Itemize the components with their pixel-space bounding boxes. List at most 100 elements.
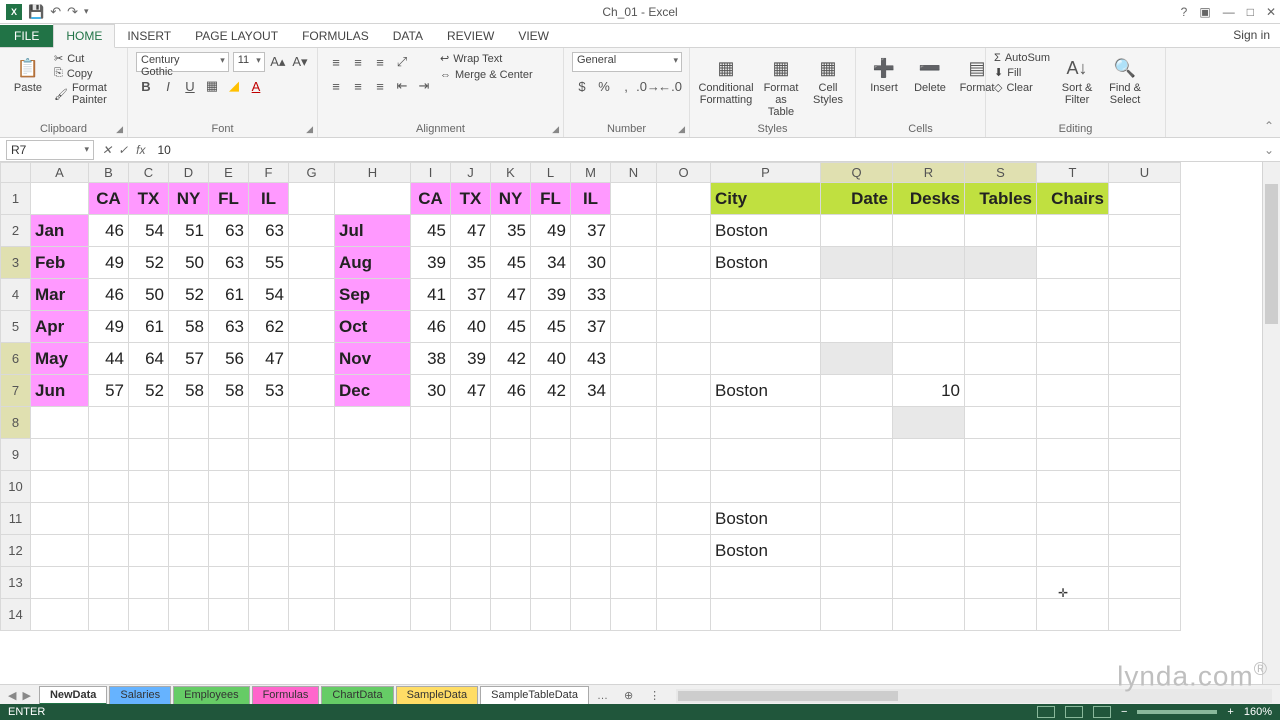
number-dialog-icon[interactable]: ◢ xyxy=(678,124,685,135)
cell-T11[interactable] xyxy=(1037,503,1109,535)
cell-J10[interactable] xyxy=(451,471,491,503)
new-sheet-icon[interactable]: ⊕ xyxy=(616,689,641,702)
cell-F3[interactable]: 55 xyxy=(249,247,289,279)
cell-B10[interactable] xyxy=(89,471,129,503)
cell-F2[interactable]: 63 xyxy=(249,215,289,247)
cell-M6[interactable]: 43 xyxy=(571,343,611,375)
cancel-formula-icon[interactable]: ✕ xyxy=(102,143,112,157)
cell-T13[interactable] xyxy=(1037,567,1109,599)
cell-B7[interactable]: 57 xyxy=(89,375,129,407)
cell-S7[interactable] xyxy=(965,375,1037,407)
cell-C9[interactable] xyxy=(129,439,169,471)
cell-F9[interactable] xyxy=(249,439,289,471)
cell-D4[interactable]: 52 xyxy=(169,279,209,311)
cell-A9[interactable] xyxy=(31,439,89,471)
cell-K13[interactable] xyxy=(491,567,531,599)
cell-O7[interactable] xyxy=(657,375,711,407)
cell-U11[interactable] xyxy=(1109,503,1181,535)
cell-U4[interactable] xyxy=(1109,279,1181,311)
cell-O5[interactable] xyxy=(657,311,711,343)
col-header-T[interactable]: T xyxy=(1037,163,1109,183)
cell-T9[interactable] xyxy=(1037,439,1109,471)
cell-O14[interactable] xyxy=(657,599,711,631)
cell-A13[interactable] xyxy=(31,567,89,599)
orientation-icon[interactable]: ⤢ xyxy=(392,52,412,72)
minimize-icon[interactable]: — xyxy=(1223,5,1235,19)
cell-E11[interactable] xyxy=(209,503,249,535)
cell-N3[interactable] xyxy=(611,247,657,279)
col-header-R[interactable]: R xyxy=(893,163,965,183)
align-center-icon[interactable]: ≡ xyxy=(348,76,368,96)
cell-Q1[interactable]: Date xyxy=(821,183,893,215)
cell-C4[interactable]: 50 xyxy=(129,279,169,311)
cell-I10[interactable] xyxy=(411,471,451,503)
italic-button[interactable]: I xyxy=(158,76,178,96)
row-header-6[interactable]: 6 xyxy=(1,343,31,375)
cell-N13[interactable] xyxy=(611,567,657,599)
row-header-10[interactable]: 10 xyxy=(1,471,31,503)
cell-H2[interactable]: Jul xyxy=(335,215,411,247)
cell-R14[interactable] xyxy=(893,599,965,631)
cell-M13[interactable] xyxy=(571,567,611,599)
close-icon[interactable]: ✕ xyxy=(1266,5,1276,19)
format-painter-button[interactable]: 🖌Format Painter xyxy=(54,82,119,106)
col-header-K[interactable]: K xyxy=(491,163,531,183)
cell-O3[interactable] xyxy=(657,247,711,279)
cell-P6[interactable] xyxy=(711,343,821,375)
cell-R5[interactable] xyxy=(893,311,965,343)
zoom-level[interactable]: 160% xyxy=(1244,706,1272,718)
fx-icon[interactable]: fx xyxy=(136,143,151,157)
expand-formula-bar-icon[interactable]: ⌄ xyxy=(1258,143,1280,157)
cell-D6[interactable]: 57 xyxy=(169,343,209,375)
cell-M9[interactable] xyxy=(571,439,611,471)
cell-B12[interactable] xyxy=(89,535,129,567)
cell-N1[interactable] xyxy=(611,183,657,215)
cell-D13[interactable] xyxy=(169,567,209,599)
cell-G7[interactable] xyxy=(289,375,335,407)
cell-M10[interactable] xyxy=(571,471,611,503)
cell-S8[interactable] xyxy=(965,407,1037,439)
cell-Q11[interactable] xyxy=(821,503,893,535)
font-name-select[interactable]: Century Gothic xyxy=(136,52,229,72)
font-color-button[interactable]: A xyxy=(246,76,266,96)
cell-L11[interactable] xyxy=(531,503,571,535)
cell-P13[interactable] xyxy=(711,567,821,599)
cell-F12[interactable] xyxy=(249,535,289,567)
cell-F7[interactable]: 53 xyxy=(249,375,289,407)
row-header-8[interactable]: 8 xyxy=(1,407,31,439)
cell-Q10[interactable] xyxy=(821,471,893,503)
cell-I3[interactable]: 39 xyxy=(411,247,451,279)
wrap-text-button[interactable]: ↩Wrap Text xyxy=(440,52,533,65)
cell-E7[interactable]: 58 xyxy=(209,375,249,407)
cell-Q6[interactable] xyxy=(821,343,893,375)
cell-D3[interactable]: 50 xyxy=(169,247,209,279)
cell-U1[interactable] xyxy=(1109,183,1181,215)
cell-J5[interactable]: 40 xyxy=(451,311,491,343)
cell-I8[interactable] xyxy=(411,407,451,439)
cell-H14[interactable] xyxy=(335,599,411,631)
cell-D8[interactable] xyxy=(169,407,209,439)
cell-P10[interactable] xyxy=(711,471,821,503)
cell-O12[interactable] xyxy=(657,535,711,567)
cell-G10[interactable] xyxy=(289,471,335,503)
cell-H4[interactable]: Sep xyxy=(335,279,411,311)
tab-page-layout[interactable]: PAGE LAYOUT xyxy=(183,25,290,47)
cell-F1[interactable]: IL xyxy=(249,183,289,215)
page-break-view-icon[interactable] xyxy=(1093,706,1111,718)
cell-I5[interactable]: 46 xyxy=(411,311,451,343)
cell-Q12[interactable] xyxy=(821,535,893,567)
row-header-7[interactable]: 7 xyxy=(1,375,31,407)
cell-B2[interactable]: 46 xyxy=(89,215,129,247)
cell-J11[interactable] xyxy=(451,503,491,535)
cell-A7[interactable]: Jun xyxy=(31,375,89,407)
normal-view-icon[interactable] xyxy=(1037,706,1055,718)
sheet-nav-next-icon[interactable]: ▶ xyxy=(22,689,30,702)
cell-C13[interactable] xyxy=(129,567,169,599)
cell-J7[interactable]: 47 xyxy=(451,375,491,407)
select-all-corner[interactable] xyxy=(1,163,31,183)
cell-R8[interactable] xyxy=(893,407,965,439)
insert-cells-button[interactable]: ➕Insert xyxy=(864,52,904,123)
col-header-L[interactable]: L xyxy=(531,163,571,183)
conditional-formatting-button[interactable]: ▦Conditional Formatting xyxy=(698,52,754,123)
cell-I12[interactable] xyxy=(411,535,451,567)
